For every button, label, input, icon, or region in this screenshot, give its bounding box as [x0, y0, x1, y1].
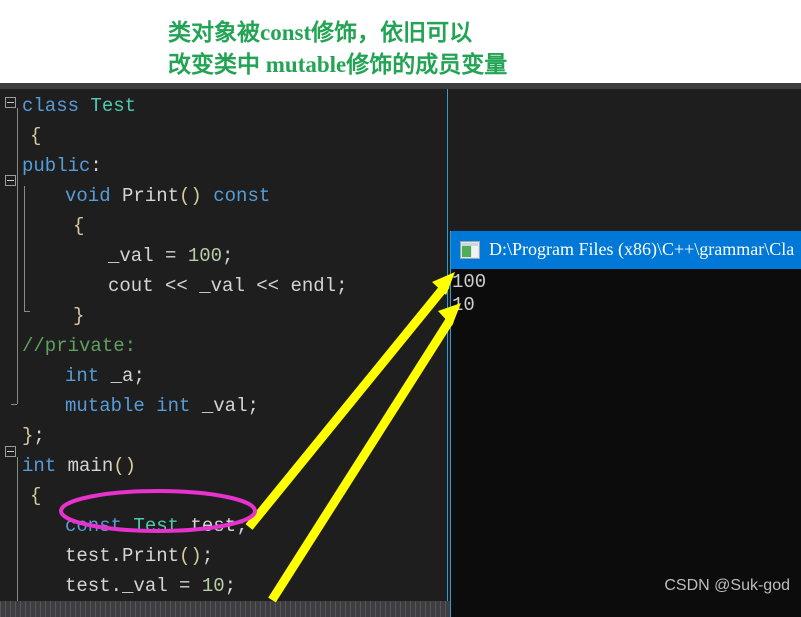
code-line: void Print() const	[65, 185, 271, 207]
screenshot-root: 类对象被const修饰，依旧可以 改变类中 mutable修饰的成员变量 cla…	[0, 0, 801, 617]
code-line: }	[73, 305, 85, 327]
code-line: mutable int _val;	[65, 395, 259, 417]
console-window[interactable]: D:\Program Files (x86)\C++\grammar\Cla 1…	[450, 231, 801, 617]
code-line: int _a;	[65, 365, 145, 387]
code-line: cout << _val << endl;	[108, 275, 348, 297]
code-text: class Test { public: void Print() const …	[10, 89, 362, 617]
code-line: public:	[22, 155, 102, 177]
console-output-line-2: 10	[452, 294, 475, 316]
code-line: {	[30, 485, 42, 507]
console-title-bar[interactable]: D:\Program Files (x86)\C++\grammar\Cla	[451, 231, 801, 269]
caption-line-2: 改变类中 mutable修饰的成员变量	[168, 52, 508, 77]
code-line: int main()	[22, 455, 137, 477]
code-line: //private:	[22, 335, 137, 357]
editor-right-edge-line	[447, 89, 448, 601]
console-window-icon	[460, 241, 480, 259]
code-line: class Test	[22, 95, 137, 117]
code-line: const Test test;	[65, 515, 248, 537]
code-line: {	[30, 125, 42, 147]
code-line: {	[73, 215, 85, 237]
code-line: test.Print();	[65, 545, 214, 567]
code-line: _val = 100;	[108, 245, 234, 267]
console-title-text: D:\Program Files (x86)\C++\grammar\Cla	[489, 239, 795, 259]
code-line: test._val = 10;	[65, 575, 237, 597]
code-line: };	[22, 425, 45, 447]
console-output-line-1: 100	[452, 271, 487, 293]
caption-banner: 类对象被const修饰，依旧可以 改变类中 mutable修饰的成员变量	[0, 0, 801, 85]
console-output: 100 10	[451, 269, 801, 617]
csdn-watermark: CSDN @Suk-god	[664, 577, 790, 594]
caption-line-1: 类对象被const修饰，依旧可以	[168, 20, 473, 45]
